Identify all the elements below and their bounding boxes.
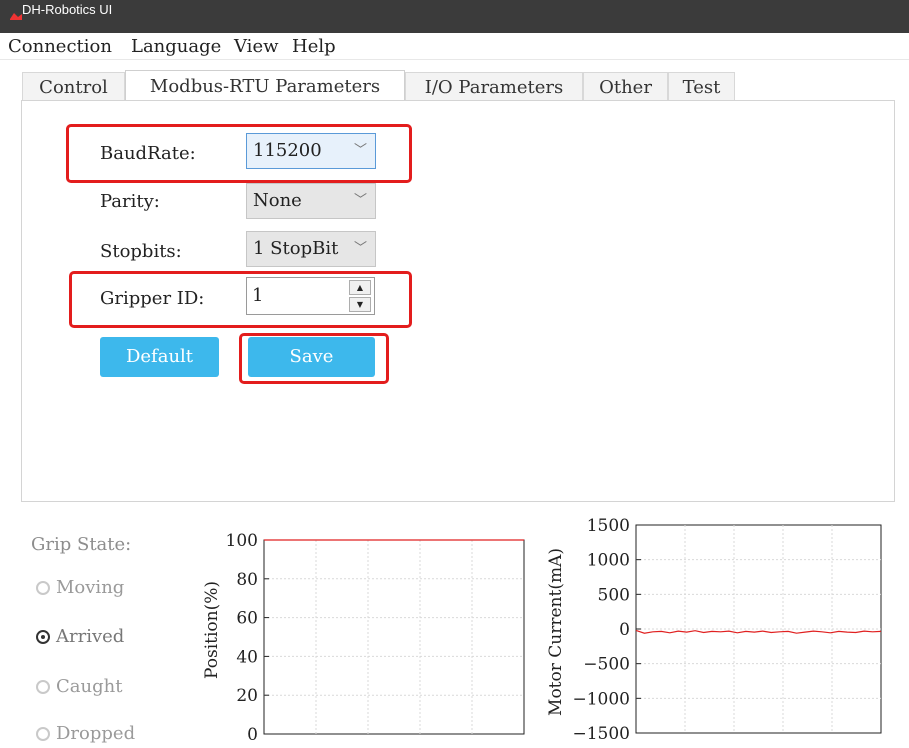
chevron-down-icon: ﹀: [353, 193, 367, 208]
stopbits-value: 1 StopBit: [253, 238, 339, 259]
y-tick-label-0: 100: [226, 531, 258, 551]
parity-value: None: [253, 190, 302, 211]
parity-select[interactable]: None ﹀: [246, 183, 376, 219]
y-tick-label-1: 1000: [587, 551, 630, 571]
y-tick-label-1: 1500: [587, 516, 630, 536]
menu-bar: Connection Language View Help: [0, 33, 909, 60]
y-tick-label-1: −1000: [572, 689, 630, 709]
default-button[interactable]: Default: [100, 337, 219, 377]
menu-help[interactable]: Help: [292, 36, 336, 58]
y-tick-label-0: 0: [247, 725, 258, 744]
y-tick-label-0: 40: [236, 647, 258, 667]
radio-arrived-label: Arrived: [56, 626, 125, 647]
tab-test[interactable]: Test: [668, 72, 735, 101]
radio-circle-icon: [36, 680, 50, 694]
app-logo-icon: [10, 13, 22, 20]
y-tick-label-1: 0: [619, 620, 630, 640]
radio-moving-label: Moving: [56, 577, 125, 598]
grip-state-title: Grip State:: [31, 534, 132, 555]
motor-current-chart: −1500 −1000 −500 0 500 1000 1500 Motor Current(…: [546, 516, 882, 744]
radio-caught-label: Caught: [56, 676, 123, 697]
y-tick-label-0: 60: [236, 609, 258, 629]
tab-io-parameters[interactable]: I/O Parameters: [405, 72, 583, 101]
parity-label: Parity:: [100, 191, 160, 212]
radio-circle-checked-icon: [36, 630, 50, 644]
y-axis-label-0: Position(%): [202, 581, 222, 679]
radio-dropped-label: Dropped: [56, 723, 136, 744]
position-chart: 0 20 40 60 80 100 Position(%): [202, 531, 525, 744]
y-axis-label-1: Motor Current(mA): [546, 548, 566, 716]
stopbits-label: Stopbits:: [100, 241, 182, 262]
y-tick-label-0: 80: [236, 570, 258, 590]
menu-view[interactable]: View: [234, 36, 279, 58]
highlight-box-baudrate: [66, 124, 412, 183]
tab-control[interactable]: Control: [22, 72, 125, 101]
chevron-down-icon: ﹀: [353, 241, 367, 256]
plot-area: [263, 539, 525, 735]
tab-modbus-rtu-parameters[interactable]: Modbus-RTU Parameters: [125, 70, 405, 102]
radio-circle-icon: [36, 727, 50, 741]
menu-connection[interactable]: Connection: [8, 36, 112, 58]
y-tick-label-0: 20: [236, 686, 258, 706]
y-tick-label-1: 500: [598, 585, 630, 605]
window-title: DH-Robotics UI: [22, 2, 113, 17]
y-tick-label-1: −1500: [572, 724, 630, 744]
radio-circle-icon: [36, 581, 50, 595]
tab-other[interactable]: Other: [583, 72, 668, 101]
y-tick-label-1: −500: [583, 655, 630, 675]
stopbits-select[interactable]: 1 StopBit ﹀: [246, 231, 376, 267]
title-bar: DH-Robotics UI: [0, 0, 909, 33]
highlight-box-gripper-id: [69, 271, 412, 328]
menu-language[interactable]: Language: [131, 36, 221, 58]
highlight-box-save: [239, 333, 389, 384]
